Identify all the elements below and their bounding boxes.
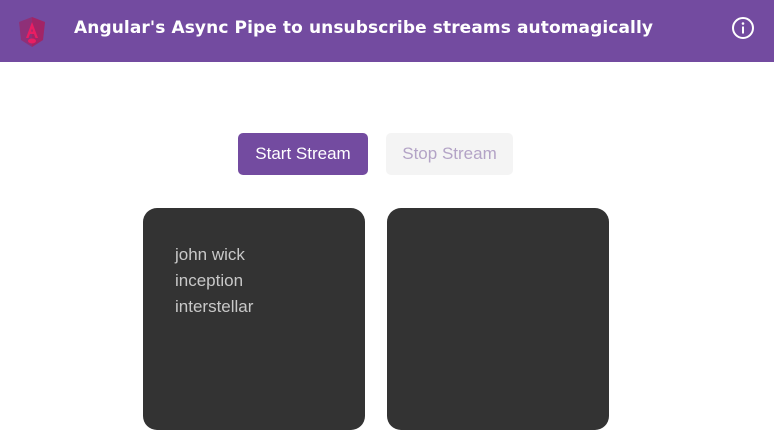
page-title: Angular's Async Pipe to unsubscribe stre… bbox=[74, 18, 654, 38]
info-icon[interactable] bbox=[731, 16, 755, 40]
async-output-panel bbox=[387, 208, 609, 430]
list-item: interstellar bbox=[175, 297, 254, 316]
stream-list: john wick inception interstellar bbox=[175, 242, 253, 320]
list-item: inception bbox=[175, 271, 244, 290]
start-stream-button[interactable]: Start Stream bbox=[238, 133, 368, 175]
stream-output-panel: john wick inception interstellar bbox=[143, 208, 365, 430]
app-header: Angular's Async Pipe to unsubscribe stre… bbox=[0, 0, 774, 62]
stop-stream-button[interactable]: Stop Stream bbox=[386, 133, 513, 175]
list-item: john wick bbox=[175, 245, 245, 264]
angular-logo-icon bbox=[14, 14, 50, 50]
